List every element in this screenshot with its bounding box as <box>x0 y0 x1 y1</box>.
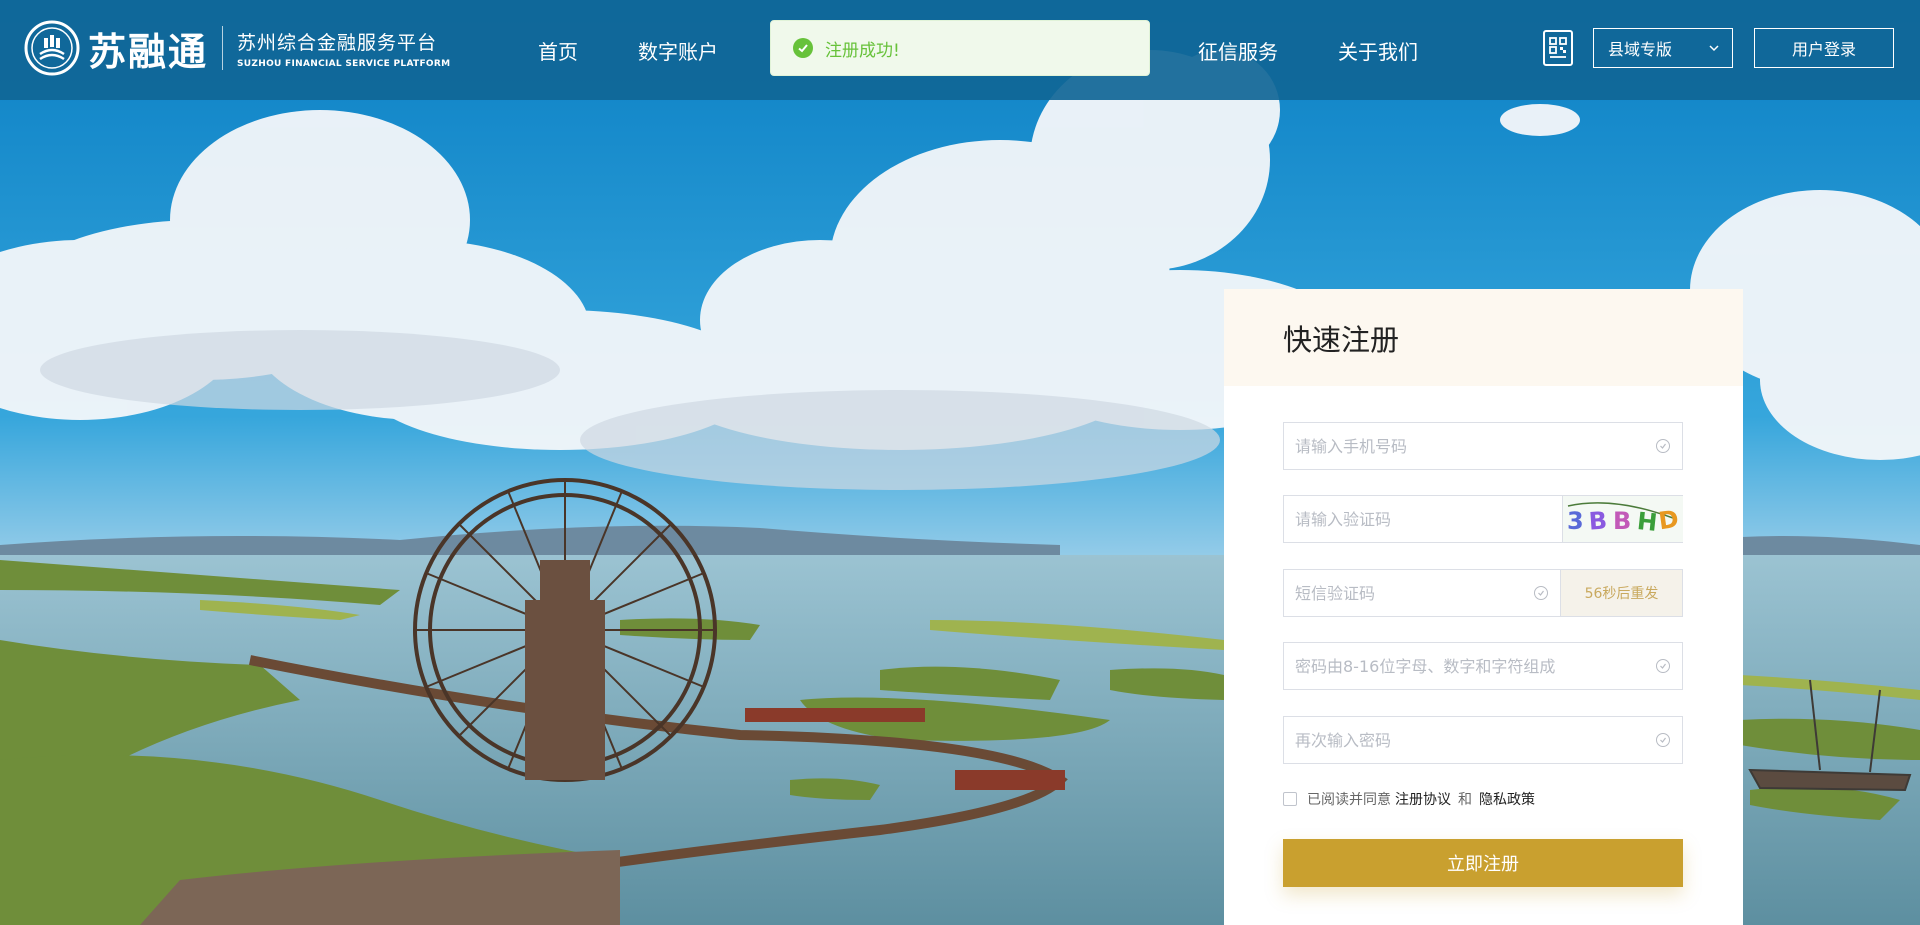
password-field <box>1283 642 1683 690</box>
svg-text:B: B <box>1613 507 1631 535</box>
region-select[interactable]: 县域专版 <box>1593 28 1733 68</box>
nav-item-about-us[interactable]: 关于我们 <box>1338 36 1418 65</box>
svg-text:D: D <box>1657 505 1681 536</box>
qr-code-button[interactable] <box>1543 30 1573 66</box>
confirm-password-field <box>1283 716 1683 764</box>
privacy-link[interactable]: 隐私政策 <box>1479 789 1535 809</box>
terms-link[interactable]: 注册协议 <box>1395 789 1451 809</box>
logo-name: 苏融通 <box>88 29 209 74</box>
logo-subtitle-en: SUZHOU FINANCIAL SERVICE PLATFORM <box>237 58 451 69</box>
nav-item-home[interactable]: 首页 <box>538 36 578 65</box>
user-login-button[interactable]: 用户登录 <box>1754 28 1894 68</box>
register-card-header: 快速注册 <box>1224 289 1743 386</box>
confirm-password-input[interactable] <box>1284 717 1656 763</box>
agreement-prefix: 已阅读并同意 <box>1307 792 1391 808</box>
nav-item-credit-service[interactable]: 征信服务 <box>1198 36 1278 65</box>
svg-text:H: H <box>1636 507 1659 537</box>
nav-item-digital-account[interactable]: 数字账户 <box>638 36 718 65</box>
qr-code-icon <box>1549 37 1567 58</box>
register-submit-button[interactable]: 立即注册 <box>1283 839 1683 887</box>
chevron-down-icon <box>1709 45 1719 52</box>
sms-resend-button[interactable]: 56秒后重发 <box>1560 570 1682 616</box>
phone-field <box>1283 422 1683 470</box>
svg-text:B: B <box>1588 506 1608 535</box>
logo-subtitle-cn: 苏州综合金融服务平台 <box>237 31 438 54</box>
phone-input[interactable] <box>1284 423 1656 469</box>
logo-divider <box>222 26 224 70</box>
logo-emblem-icon <box>24 20 80 76</box>
region-select-value: 县域专版 <box>1608 40 1673 59</box>
validate-check-icon <box>1656 733 1670 747</box>
sms-code-input[interactable] <box>1284 570 1534 616</box>
validate-check-icon <box>1534 586 1548 600</box>
register-title: 快速注册 <box>1283 322 1400 357</box>
toast-message: 注册成功! <box>825 40 900 61</box>
password-input[interactable] <box>1284 643 1656 689</box>
captcha-input[interactable] <box>1284 496 1562 542</box>
captcha-field: 3 B B H D <box>1283 495 1683 543</box>
sms-code-field: 56秒后重发 <box>1283 569 1683 617</box>
captcha-image[interactable]: 3 B B H D <box>1562 496 1683 542</box>
agreement-checkbox[interactable] <box>1283 792 1297 806</box>
svg-text:3: 3 <box>1567 507 1584 535</box>
site-logo[interactable]: 苏融通 苏州综合金融服务平台 SUZHOU FINANCIAL SERVICE … <box>24 18 450 78</box>
success-toast: 注册成功! <box>770 20 1150 76</box>
validate-check-icon <box>1656 659 1670 673</box>
logo-subtitle: 苏州综合金融服务平台 SUZHOU FINANCIAL SERVICE PLAT… <box>237 28 450 69</box>
check-circle-icon <box>793 38 813 58</box>
register-card: 快速注册 3 B B H D 56秒后重发 <box>1224 289 1743 925</box>
agreement-row: 已阅读并同意 注册协议 和 隐私政策 <box>1283 789 1535 809</box>
agreement-conjunction: 和 <box>1458 792 1472 808</box>
validate-check-icon <box>1656 439 1670 453</box>
